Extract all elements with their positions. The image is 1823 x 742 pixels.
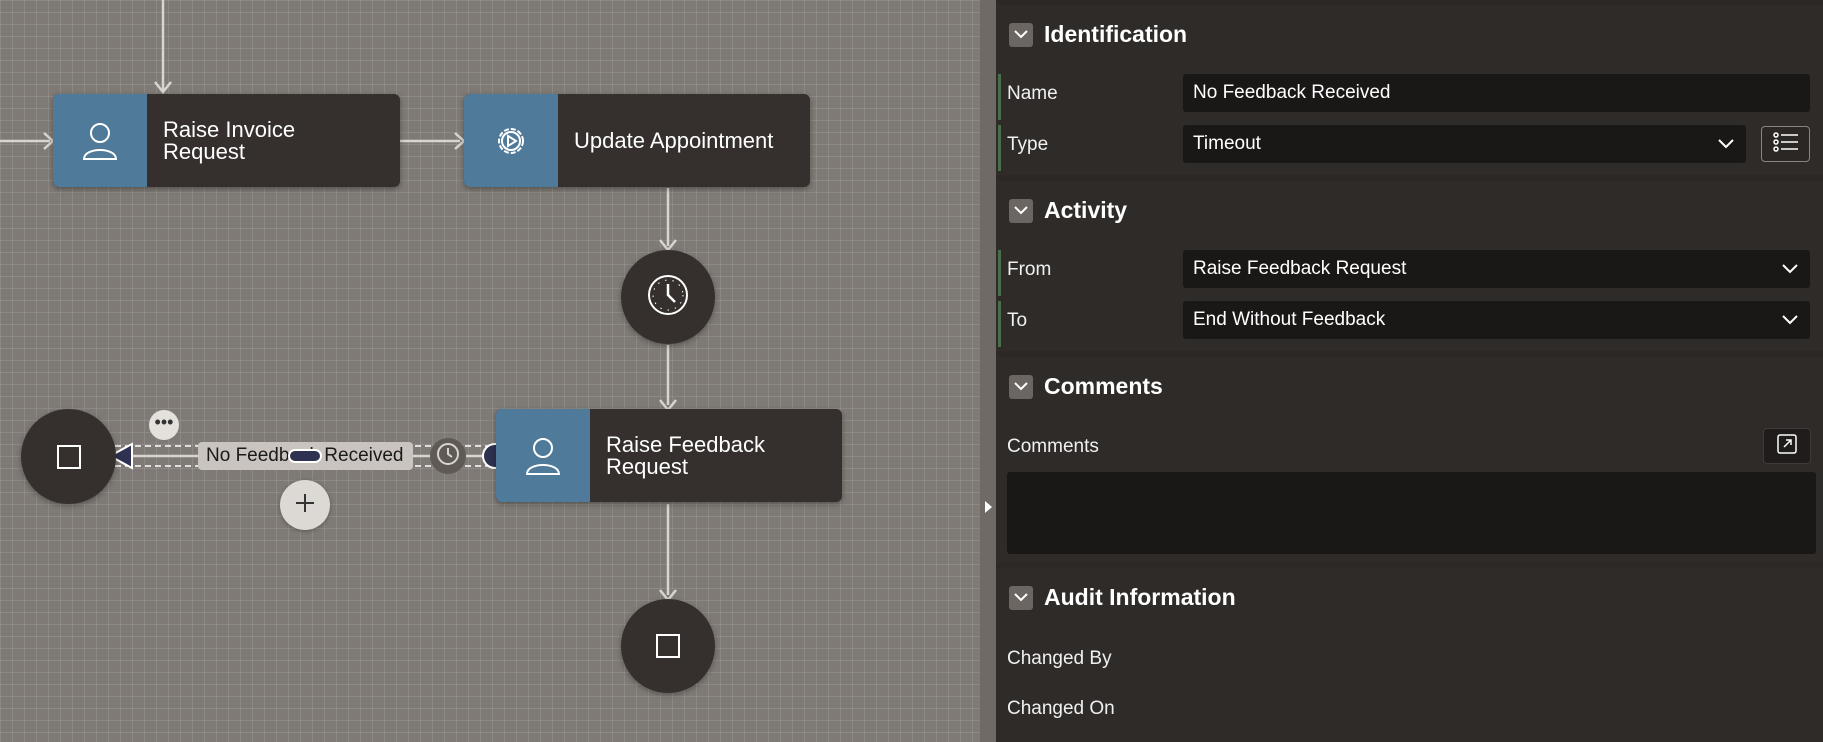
chevron-down-icon [1782,250,1798,288]
chevron-down-icon [1718,125,1734,163]
activity-section: Activity From Raise Feedback Request To … [996,181,1823,351]
stop-icon [56,444,81,469]
from-value: Raise Feedback Request [1193,258,1407,279]
task-node-raise-feedback[interactable]: Raise Feedback Request [496,409,842,502]
user-icon [496,409,590,502]
add-activity-button[interactable] [280,480,330,530]
panel-splitter[interactable] [980,0,996,742]
process-diagram-canvas[interactable]: Raise Invoice Request Update Appointment… [0,0,980,742]
connection-midpoint-handle[interactable] [288,449,322,463]
collapse-arrow-icon[interactable] [985,501,992,513]
task-node-update-appointment[interactable]: Update Appointment [464,94,810,187]
plus-icon [293,491,317,520]
section-title: Audit Information [1044,584,1236,610]
chevron-down-icon [1782,301,1798,339]
name-label: Name [1007,83,1058,104]
audit-header[interactable]: Audit Information [1009,584,1236,611]
clock-icon [646,273,690,322]
type-row: Type Timeout [996,121,1823,171]
to-value: End Without Feedback [1193,309,1386,330]
timer-connection-icon[interactable] [430,438,466,474]
node-label: Raise Invoice Request [163,116,296,164]
expand-editor-button[interactable] [1763,428,1811,464]
task-node-raise-invoice[interactable]: Raise Invoice Request [53,94,400,187]
type-select[interactable]: Timeout [1183,125,1746,163]
identification-header[interactable]: Identification [1009,21,1187,48]
from-label: From [1007,259,1052,280]
list-icon [1772,131,1799,157]
comments-textarea[interactable] [1007,472,1816,554]
required-indicator [998,250,1001,296]
type-label: Type [1007,134,1049,155]
to-row: To End Without Feedback [996,297,1823,347]
user-icon [53,94,147,187]
activity-header[interactable]: Activity [1009,197,1127,224]
chevron-down-icon[interactable] [1009,198,1033,223]
to-label: To [1007,310,1028,331]
to-select[interactable]: End Without Feedback [1183,301,1810,339]
name-input[interactable]: No Feedback Received [1183,74,1810,112]
chevron-down-icon[interactable] [1009,22,1033,47]
from-select[interactable]: Raise Feedback Request [1183,250,1810,288]
gear-play-icon [464,94,558,187]
required-indicator [998,301,1001,347]
chevron-down-icon[interactable] [1009,374,1033,399]
type-value: Timeout [1193,133,1261,154]
more-options-button[interactable]: ••• [149,410,179,440]
section-title: Identification [1044,21,1188,47]
comments-label: Comments [1007,436,1099,457]
end-event[interactable] [621,599,715,693]
audit-section: Audit Information Changed By Changed On [996,568,1823,742]
section-title: Comments [1044,373,1163,399]
from-row: From Raise Feedback Request [996,246,1823,296]
node-label: Update Appointment [574,127,774,153]
comments-header[interactable]: Comments [1009,373,1163,400]
stop-icon [656,634,680,658]
required-indicator [998,74,1001,120]
chevron-down-icon[interactable] [1009,585,1033,610]
section-title: Activity [1044,197,1128,223]
list-options-button[interactable] [1761,126,1810,162]
timer-event[interactable] [621,250,715,344]
name-row: Name No Feedback Received [996,70,1823,120]
identification-section: Identification Name No Feedback Received… [996,5,1823,175]
changed-by-label: Changed By [1007,648,1112,669]
node-label: Raise Feedback Request [606,431,765,479]
ellipsis-icon: ••• [154,412,174,432]
required-indicator [998,125,1001,171]
changed-on-label: Changed On [1007,698,1115,719]
clock-icon [435,441,461,472]
property-editor-panel: Identification Name No Feedback Received… [996,0,1823,742]
end-event-without-feedback[interactable] [21,409,116,504]
expand-icon [1776,433,1798,460]
